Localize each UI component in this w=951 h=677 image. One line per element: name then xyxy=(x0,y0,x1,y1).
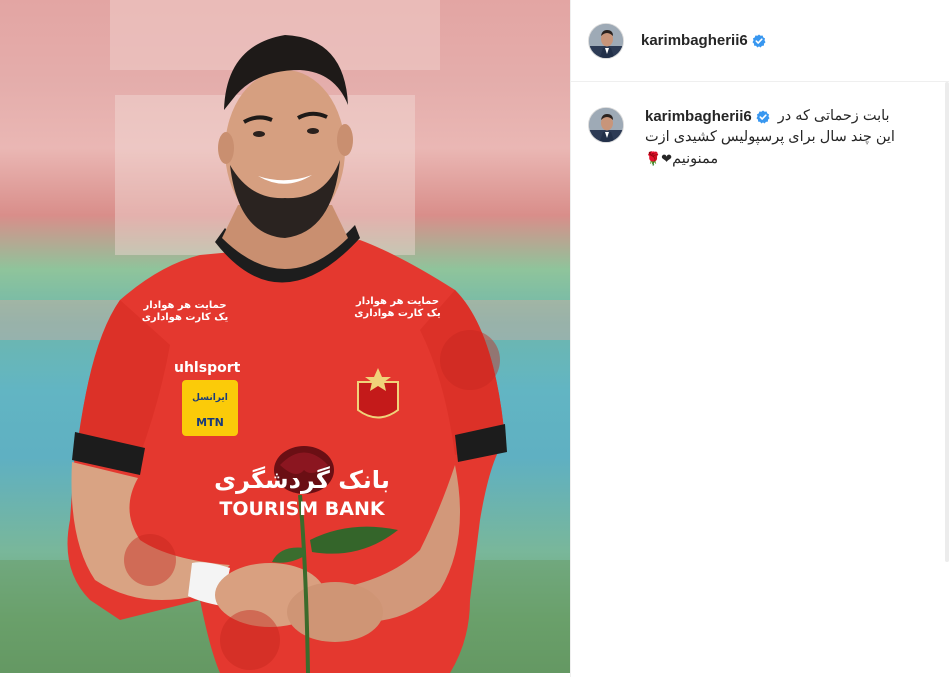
avatar-image xyxy=(589,108,623,142)
caption-author-username[interactable]: karimbagherii6 xyxy=(645,106,752,127)
caption-line-1: بابت زحماتی که در xyxy=(777,108,890,124)
caption-line-3-text: ممنونیم xyxy=(672,151,719,167)
instagram-post: حمایت هر هوادار یک کارت هواداری حمایت هر… xyxy=(0,0,951,677)
post-image[interactable]: حمایت هر هوادار یک کارت هواداری حمایت هر… xyxy=(0,0,570,673)
heart-rose-emoji-icon: ❤🌹 xyxy=(645,151,673,166)
player-photo xyxy=(0,0,570,673)
caption-body: karimbagherii6 بابت زحماتی که در این چند… xyxy=(645,106,915,170)
caption-comment: karimbagherii6 بابت زحماتی که در این چند… xyxy=(588,106,932,170)
caption-line-2: این چند سال برای پرسپولیس کشیدی ازت xyxy=(645,129,895,145)
sponsor-badge-bottom-text: MTN xyxy=(196,416,224,429)
main-sponsor-fa-text: بانک گردشگری xyxy=(214,466,390,494)
jersey-brand-text: uhlsport xyxy=(174,360,241,376)
caption-head: karimbagherii6 بابت زحماتی که در xyxy=(645,106,915,127)
jersey-text-chest-right: حمایت هر هوادار یک کارت هواداری xyxy=(354,296,441,319)
caption-line-3: ممنونیم❤🌹 xyxy=(645,148,915,170)
main-sponsor-en-text: TOURISM BANK xyxy=(219,498,385,520)
comments-section: karimbagherii6 بابت زحماتی که در این چند… xyxy=(571,83,949,677)
post-header: karimbagherii6 xyxy=(571,0,949,82)
verified-badge-icon xyxy=(756,110,770,124)
verified-badge-icon xyxy=(752,34,766,48)
author-username[interactable]: karimbagherii6 xyxy=(641,32,748,49)
jersey-text-chest-left: حمایت هر هوادار یک کارت هواداری xyxy=(141,300,229,323)
comments-scrollbar[interactable] xyxy=(945,82,949,562)
sponsor-badge-top-text: ایرانسل xyxy=(192,393,228,403)
avatar-image xyxy=(589,23,623,58)
author-avatar[interactable] xyxy=(588,22,624,59)
caption-author-avatar[interactable] xyxy=(588,107,624,143)
